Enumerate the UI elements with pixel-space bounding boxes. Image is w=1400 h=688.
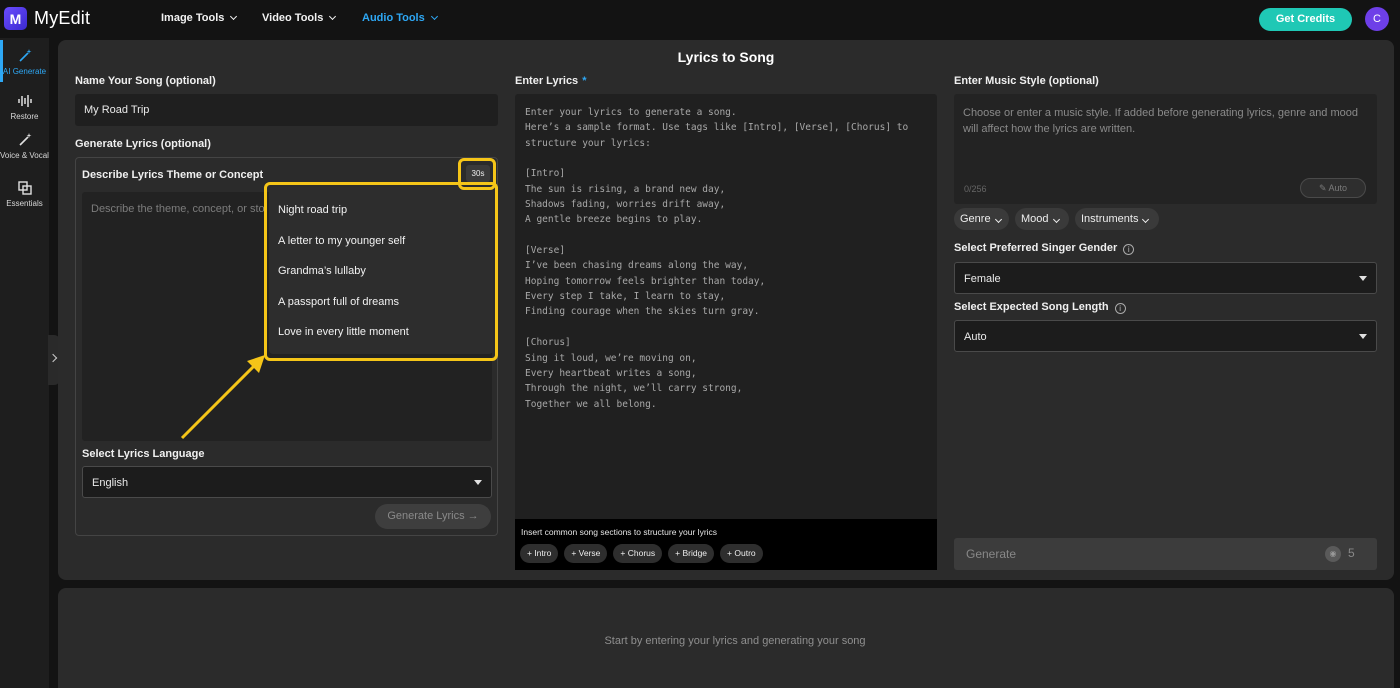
caret-down-icon [1359, 276, 1367, 281]
language-select[interactable]: English [82, 466, 492, 498]
credit-icon: ◉ [1325, 546, 1341, 562]
app-name: MyEdit [34, 8, 91, 28]
highlight-dropdown [264, 182, 498, 361]
insert-chorus-chip[interactable]: + Chorus [613, 544, 663, 563]
nav-image-tools-label: Image Tools [161, 12, 225, 24]
nav-audio-tools-label: Audio Tools [362, 12, 425, 24]
nav-video-tools[interactable]: Video Tools [262, 12, 337, 24]
nav-video-tools-label: Video Tools [262, 12, 324, 24]
chevron-down-icon [994, 215, 1002, 224]
singer-gender-label-text: Select Preferred Singer Gender [954, 242, 1118, 254]
singer-gender-select[interactable]: Female [954, 262, 1377, 294]
section-chips: + Intro + Verse + Chorus + Bridge + Outr… [520, 544, 763, 563]
insert-outro-chip[interactable]: + Outro [720, 544, 763, 563]
auto-style-label: Auto [1328, 183, 1348, 193]
singer-gender-value: Female [964, 273, 1001, 285]
music-style-textarea[interactable]: Choose or enter a music style. If added … [954, 94, 1377, 204]
chevron-down-icon [1142, 215, 1150, 224]
insert-sections-title: Insert common song sections to structure… [521, 527, 718, 537]
empty-state-message: Start by entering your lyrics and genera… [604, 635, 866, 647]
caret-down-icon [1359, 334, 1367, 339]
lyrics-label-text: Enter Lyrics [515, 75, 579, 87]
sidebar-item-essentials[interactable]: Essentials [0, 180, 49, 208]
generate-button[interactable]: Generate ◉ 5 [954, 538, 1377, 570]
singer-gender-label: Select Preferred Singer Gender i [954, 242, 1135, 255]
sidebar-item-restore[interactable]: Restore [0, 93, 49, 121]
generate-lyrics-label: Generate Lyrics (optional) [75, 138, 211, 150]
sidebar-item-label: Voice & Vocal [0, 151, 49, 160]
avatar[interactable]: C [1365, 7, 1389, 31]
caret-down-icon [474, 480, 482, 485]
app-logo[interactable]: M MyEdit [4, 7, 90, 30]
magic-wand-icon [17, 48, 33, 64]
song-length-label: Select Expected Song Length i [954, 301, 1126, 314]
page-title: Lyrics to Song [677, 49, 775, 65]
sidebar-item-label: AI Generate [2, 67, 47, 76]
result-panel: Start by entering your lyrics and genera… [58, 588, 1394, 688]
sidebar-item-label: Essentials [6, 199, 43, 208]
insert-bridge-chip[interactable]: + Bridge [668, 544, 715, 563]
get-credits-button[interactable]: Get Credits [1259, 8, 1352, 31]
lyrics-placeholder: Enter your lyrics to generate a song. He… [525, 107, 909, 410]
credit-cost: 5 [1348, 546, 1355, 560]
sidebar-item-voice-vocal[interactable]: Voice & Vocal [0, 132, 49, 160]
music-style-label: Enter Music Style (optional) [954, 75, 1099, 87]
instruments-dropdown[interactable]: Instruments [1075, 208, 1159, 230]
chevron-down-icon [230, 12, 238, 21]
insert-verse-chip[interactable]: + Verse [564, 544, 608, 563]
info-icon[interactable]: i [1114, 303, 1126, 314]
song-length-select[interactable]: Auto [954, 320, 1377, 352]
generate-lyrics-button[interactable]: Generate Lyrics → [375, 504, 491, 529]
logo-mark: M [4, 7, 27, 30]
insert-sections-bar: Insert common song sections to structure… [515, 519, 937, 570]
generate-label: Generate [966, 547, 1017, 561]
lyrics-label: Enter Lyrics * [515, 75, 586, 87]
theme-placeholder: Describe the theme, concept, or sto [91, 203, 265, 215]
genre-dropdown[interactable]: Genre [954, 208, 1009, 230]
song-length-label-text: Select Expected Song Length [954, 301, 1109, 313]
sidebar: AI Generate Restore Voice & Vocal Essent… [0, 38, 49, 688]
copy-icon [17, 180, 33, 196]
chevron-down-icon [430, 12, 438, 21]
instruments-label: Instruments [1081, 213, 1139, 225]
mood-dropdown[interactable]: Mood [1015, 208, 1069, 230]
chevron-down-icon [329, 12, 337, 21]
annotation-arrow [180, 355, 265, 440]
song-name-input[interactable]: My Road Trip [75, 94, 498, 126]
song-name-label: Name Your Song (optional) [75, 75, 216, 87]
magic-wand-icon [17, 132, 33, 148]
song-length-value: Auto [964, 331, 987, 343]
music-style-placeholder: Choose or enter a music style. If added … [963, 107, 1359, 135]
music-style-counter: 0/256 [964, 184, 987, 194]
main-panel: Lyrics to Song Name Your Song (optional)… [58, 40, 1394, 580]
chevron-down-icon [1052, 215, 1060, 224]
waveform-icon [17, 93, 33, 109]
info-icon[interactable]: i [1123, 244, 1135, 255]
nav-image-tools[interactable]: Image Tools [161, 12, 238, 24]
song-name-value: My Road Trip [84, 104, 150, 116]
lyrics-textarea[interactable]: Enter your lyrics to generate a song. He… [515, 94, 937, 570]
required-mark: * [582, 75, 587, 87]
mood-label: Mood [1021, 213, 1049, 225]
chevron-right-icon [48, 353, 58, 363]
theme-label: Describe Lyrics Theme or Concept [82, 169, 264, 181]
sidebar-item-ai-generate[interactable]: AI Generate [0, 48, 49, 76]
genre-label: Genre [960, 213, 991, 225]
language-label: Select Lyrics Language [82, 448, 205, 460]
language-value: English [92, 477, 129, 489]
magic-wand-icon: ✎ [1318, 183, 1327, 193]
insert-intro-chip[interactable]: + Intro [520, 544, 559, 563]
top-bar: M MyEdit Image Tools Video Tools Audio T… [0, 0, 1400, 38]
nav-audio-tools[interactable]: Audio Tools [362, 12, 438, 24]
sidebar-item-label: Restore [10, 112, 39, 121]
auto-style-button[interactable]: ✎ Auto [1300, 178, 1366, 198]
